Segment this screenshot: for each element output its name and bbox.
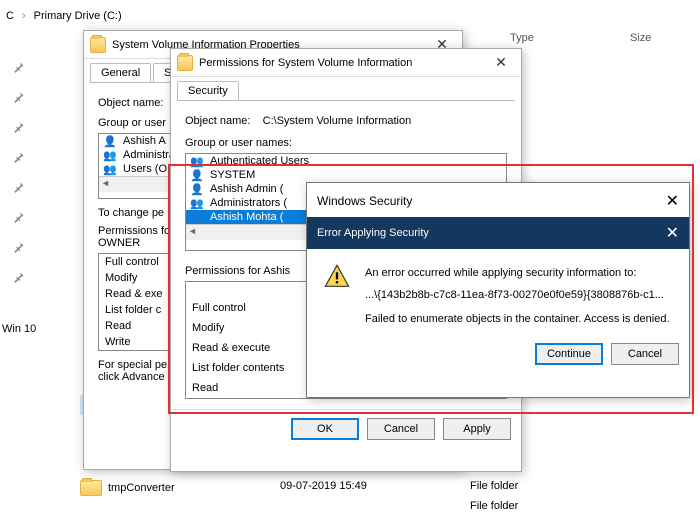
dialog-subheader: Error Applying Security ✕ bbox=[307, 217, 689, 249]
user-icon: 👤 bbox=[103, 135, 119, 147]
cancel-button[interactable]: Cancel bbox=[611, 343, 679, 365]
breadcrumb[interactable]: C › Primary Drive (C:) bbox=[0, 5, 128, 27]
dialog-titlebar[interactable]: Windows Security ✕ bbox=[307, 183, 689, 217]
pin-icon bbox=[12, 270, 26, 284]
groups-label: Group or user names: bbox=[185, 137, 292, 149]
quick-access-pins bbox=[12, 60, 26, 284]
error-path: ...\{143b2b8b-c7c8-11ea-8f73-00270e0f0e5… bbox=[365, 289, 670, 301]
apply-button[interactable]: Apply bbox=[443, 418, 511, 440]
pin-icon bbox=[12, 150, 26, 164]
user-icon: 👤 bbox=[190, 169, 206, 181]
warning-icon bbox=[323, 263, 351, 291]
pin-icon bbox=[12, 210, 26, 224]
pin-icon bbox=[12, 60, 26, 74]
dialog-inner-title: Error Applying Security bbox=[317, 227, 429, 239]
tab-general[interactable]: General bbox=[90, 63, 151, 82]
list-item[interactable]: tmpConverter bbox=[80, 480, 175, 496]
continue-button[interactable]: Continue bbox=[535, 343, 603, 365]
breadcrumb-drive[interactable]: Primary Drive (C:) bbox=[28, 10, 128, 22]
folder-icon bbox=[90, 37, 106, 53]
dialog-outer-title: Windows Security bbox=[317, 194, 666, 208]
folder-icon bbox=[177, 55, 193, 71]
error-line-3: Failed to enumerate objects in the conta… bbox=[365, 313, 670, 325]
pin-icon bbox=[12, 180, 26, 194]
breadcrumb-root[interactable]: C bbox=[0, 10, 20, 22]
ok-button[interactable]: OK bbox=[291, 418, 359, 440]
file-type: File folder bbox=[470, 500, 518, 512]
col-size[interactable]: Size bbox=[630, 32, 690, 44]
users-icon: 👥 bbox=[103, 149, 119, 161]
users-icon: 👥 bbox=[190, 155, 206, 167]
file-type: File folder bbox=[470, 480, 518, 492]
permissions-for-label: Permissions fo bbox=[98, 225, 170, 237]
pin-icon bbox=[12, 240, 26, 254]
file-name: tmpConverter bbox=[108, 482, 175, 494]
users-icon: 👥 bbox=[103, 163, 119, 175]
col-type[interactable]: Type bbox=[510, 32, 570, 44]
chevron-right-icon: › bbox=[20, 10, 28, 22]
close-icon[interactable]: ✕ bbox=[666, 223, 679, 243]
cancel-button[interactable]: Cancel bbox=[367, 418, 435, 440]
users-icon: 👥 bbox=[190, 197, 206, 209]
close-icon[interactable]: ✕ bbox=[666, 191, 679, 211]
list-item[interactable]: 👥Authenticated Users bbox=[186, 154, 506, 168]
user-icon: 👤 bbox=[190, 183, 206, 195]
pin-icon bbox=[12, 90, 26, 104]
object-name-label: Object name: bbox=[185, 115, 250, 127]
pin-icon bbox=[12, 120, 26, 134]
user-icon: 👤 bbox=[190, 211, 206, 223]
window-title: Permissions for System Volume Informatio… bbox=[199, 57, 487, 69]
special-perm-line2: click Advance bbox=[98, 371, 165, 383]
windows-security-dialog: Windows Security ✕ Error Applying Securi… bbox=[306, 182, 690, 398]
tab-security[interactable]: Security bbox=[177, 81, 239, 100]
sidebar-item-win10[interactable]: Win 10 bbox=[2, 323, 36, 335]
folder-icon bbox=[80, 480, 102, 496]
file-date: 09-07-2019 15:49 bbox=[280, 480, 367, 492]
close-icon[interactable]: ✕ bbox=[487, 54, 515, 71]
object-name-label: Object name: bbox=[98, 97, 163, 109]
list-item[interactable]: 👤SYSTEM bbox=[186, 168, 506, 182]
titlebar[interactable]: Permissions for System Volume Informatio… bbox=[171, 49, 521, 77]
owner-label: OWNER bbox=[98, 237, 140, 249]
object-name-value: C:\System Volume Information bbox=[263, 115, 412, 127]
special-perm-line1: For special pe bbox=[98, 359, 167, 371]
column-headers: Type Size bbox=[510, 32, 690, 44]
groups-label: Group or user bbox=[98, 117, 166, 129]
error-line-1: An error occurred while applying securit… bbox=[365, 267, 670, 279]
